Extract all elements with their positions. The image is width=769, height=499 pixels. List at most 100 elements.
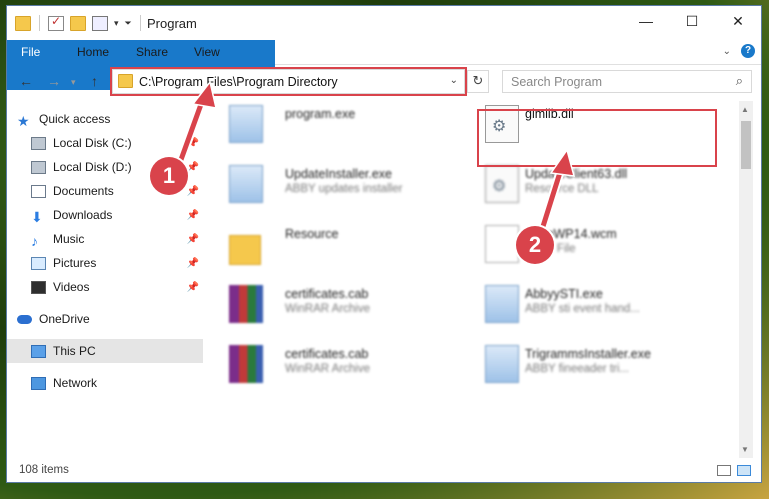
folder-icon [229,235,261,265]
customize-toolbar-icon[interactable]: ⏷ [125,18,132,29]
navigation-bar: ← → ▾ ↑ C:\Program Files\Program Directo… [7,65,761,99]
file-type: WinRAR Archive [285,303,370,315]
nav-item-music[interactable]: ♪ Music 📌 [31,227,203,251]
pin-icon[interactable]: 📌 [187,186,199,197]
refresh-button[interactable]: ↻ [467,70,489,93]
pin-icon[interactable]: 📌 [187,282,199,293]
address-path: C:\Program Files\Program Directory [139,75,338,89]
file-item[interactable]: certificates.cab WinRAR Archive [215,341,455,391]
scroll-down-icon[interactable]: ▼ [741,445,749,454]
help-icon[interactable]: ? [741,44,755,58]
documents-icon [31,184,46,198]
file-item[interactable]: certificates.cab WinRAR Archive [215,281,455,331]
status-item-count: 108 items [19,464,69,476]
music-icon: ♪ [31,232,38,249]
file-item[interactable]: AbbyySTI.exe ABBY sti event hand... [471,281,711,331]
gear-icon: ⚙ [492,178,507,195]
nav-label: Downloads [53,208,113,222]
forward-arrow-icon[interactable]: → [47,73,61,89]
file-name: program.exe [285,107,356,121]
nav-label: OneDrive [39,312,90,326]
file-name: certificates.cab [285,287,369,301]
new-folder-icon[interactable] [70,15,86,31]
exe-file-icon [229,165,263,203]
videos-icon [31,280,46,294]
tab-view[interactable]: View [180,40,234,64]
file-type: ABBY updates installer [285,183,403,195]
tab-home[interactable]: Home [63,40,123,64]
explorer-window: ▾ ⏷ Program — ☐ ✕ File Home Share View ⌄… [6,5,762,483]
exe-file-icon [485,345,519,383]
nav-item-pictures[interactable]: Pictures 📌 [31,251,203,275]
callout-badge-1: 1 [150,157,188,195]
nav-label: Quick access [39,112,111,126]
onedrive-icon [17,314,32,324]
window-title: Program [147,16,197,31]
callout-badge-2: 2 [516,226,554,264]
nav-label: Network [53,376,98,390]
view-options-icon[interactable] [92,15,108,31]
tiles-view-icon[interactable] [737,465,751,476]
disk-icon [31,160,46,174]
navigation-pane: ★ Quick access Local Disk (C:) 📌 Local D… [7,101,203,461]
nav-item-downloads[interactable]: ⬇ Downloads 📌 [31,203,203,227]
title-bar: ▾ ⏷ Program — ☐ ✕ [7,6,761,40]
chevron-down-icon[interactable]: ▾ [114,18,119,29]
file-type: ABBY sti event hand... [525,303,640,315]
up-arrow-icon[interactable]: ↑ [91,73,98,89]
search-box[interactable]: ⌕ [502,70,752,93]
file-name: AbbyySTI.exe [525,287,603,301]
nav-label: Pictures [53,256,97,270]
pin-icon[interactable]: 📌 [187,234,199,245]
view-switcher [717,465,751,476]
pin-icon[interactable]: 📌 [187,138,199,149]
nav-item-local-disk-c[interactable]: Local Disk (C:) 📌 [31,131,203,155]
quick-access-toolbar: ▾ ⏷ [15,14,143,31]
nav-label: Music [53,232,85,246]
search-input[interactable] [509,74,713,90]
exe-file-icon [229,105,263,143]
properties-check-icon[interactable] [48,14,64,31]
ribbon-tabs: File Home Share View ⌄ ? [7,40,761,90]
back-arrow-icon[interactable]: ← [19,73,33,89]
file-item[interactable]: TrigrammsInstaller.exe ABBY fineeader tr… [471,341,711,391]
pin-icon[interactable]: 📌 [187,210,199,221]
expand-ribbon-icon[interactable]: ⌄ [723,46,731,57]
vertical-scrollbar[interactable]: ▲ ▼ [739,101,753,458]
pin-icon[interactable]: 📌 [187,162,199,173]
address-bar[interactable]: C:\Program Files\Program Directory ⌄ [110,67,467,96]
tab-share[interactable]: Share [122,40,182,64]
nav-item-network[interactable]: Network [31,371,203,395]
recent-locations-icon[interactable]: ▾ [71,77,76,88]
folder-icon [118,74,133,88]
file-item[interactable]: program.exe [215,101,455,151]
nav-item-onedrive[interactable]: OneDrive [17,307,203,331]
exe-file-icon [485,285,519,323]
file-type: WinRAR Archive [285,363,370,375]
file-name: UpdateClient63.dll [525,167,628,181]
file-item[interactable]: ⚙ UpdateClient63.dll Resource DLL [471,161,711,211]
close-button[interactable]: ✕ [715,6,761,36]
pin-icon[interactable]: 📌 [187,258,199,269]
chevron-down-icon[interactable]: ⌄ [450,75,458,86]
nav-item-this-pc[interactable]: This PC [7,339,203,363]
dll-file-icon: ⚙ [485,165,519,203]
file-highlight-box [477,109,717,167]
downloads-icon: ⬇ [31,208,43,225]
nav-item-quick-access[interactable]: ★ Quick access [17,107,213,131]
search-icon[interactable]: ⌕ [736,73,743,89]
scrollbar-thumb[interactable] [741,121,751,169]
minimize-button[interactable]: — [623,6,669,36]
window-controls: — ☐ ✕ [623,6,761,36]
file-item[interactable]: UpdateInstaller.exe ABBY updates install… [215,161,455,211]
file-item[interactable]: ScanWP14.wcm WCM File [471,221,711,271]
archive-file-icon [229,285,263,323]
scroll-up-icon[interactable]: ▲ [741,105,749,114]
file-name: certificates.cab [285,347,369,361]
details-view-icon[interactable] [717,465,731,476]
folder-icon [15,15,31,31]
nav-item-videos[interactable]: Videos 📌 [31,275,203,299]
file-item[interactable]: Resource [215,221,455,271]
nav-label: Local Disk (D:) [53,160,132,174]
maximize-button[interactable]: ☐ [669,6,715,36]
